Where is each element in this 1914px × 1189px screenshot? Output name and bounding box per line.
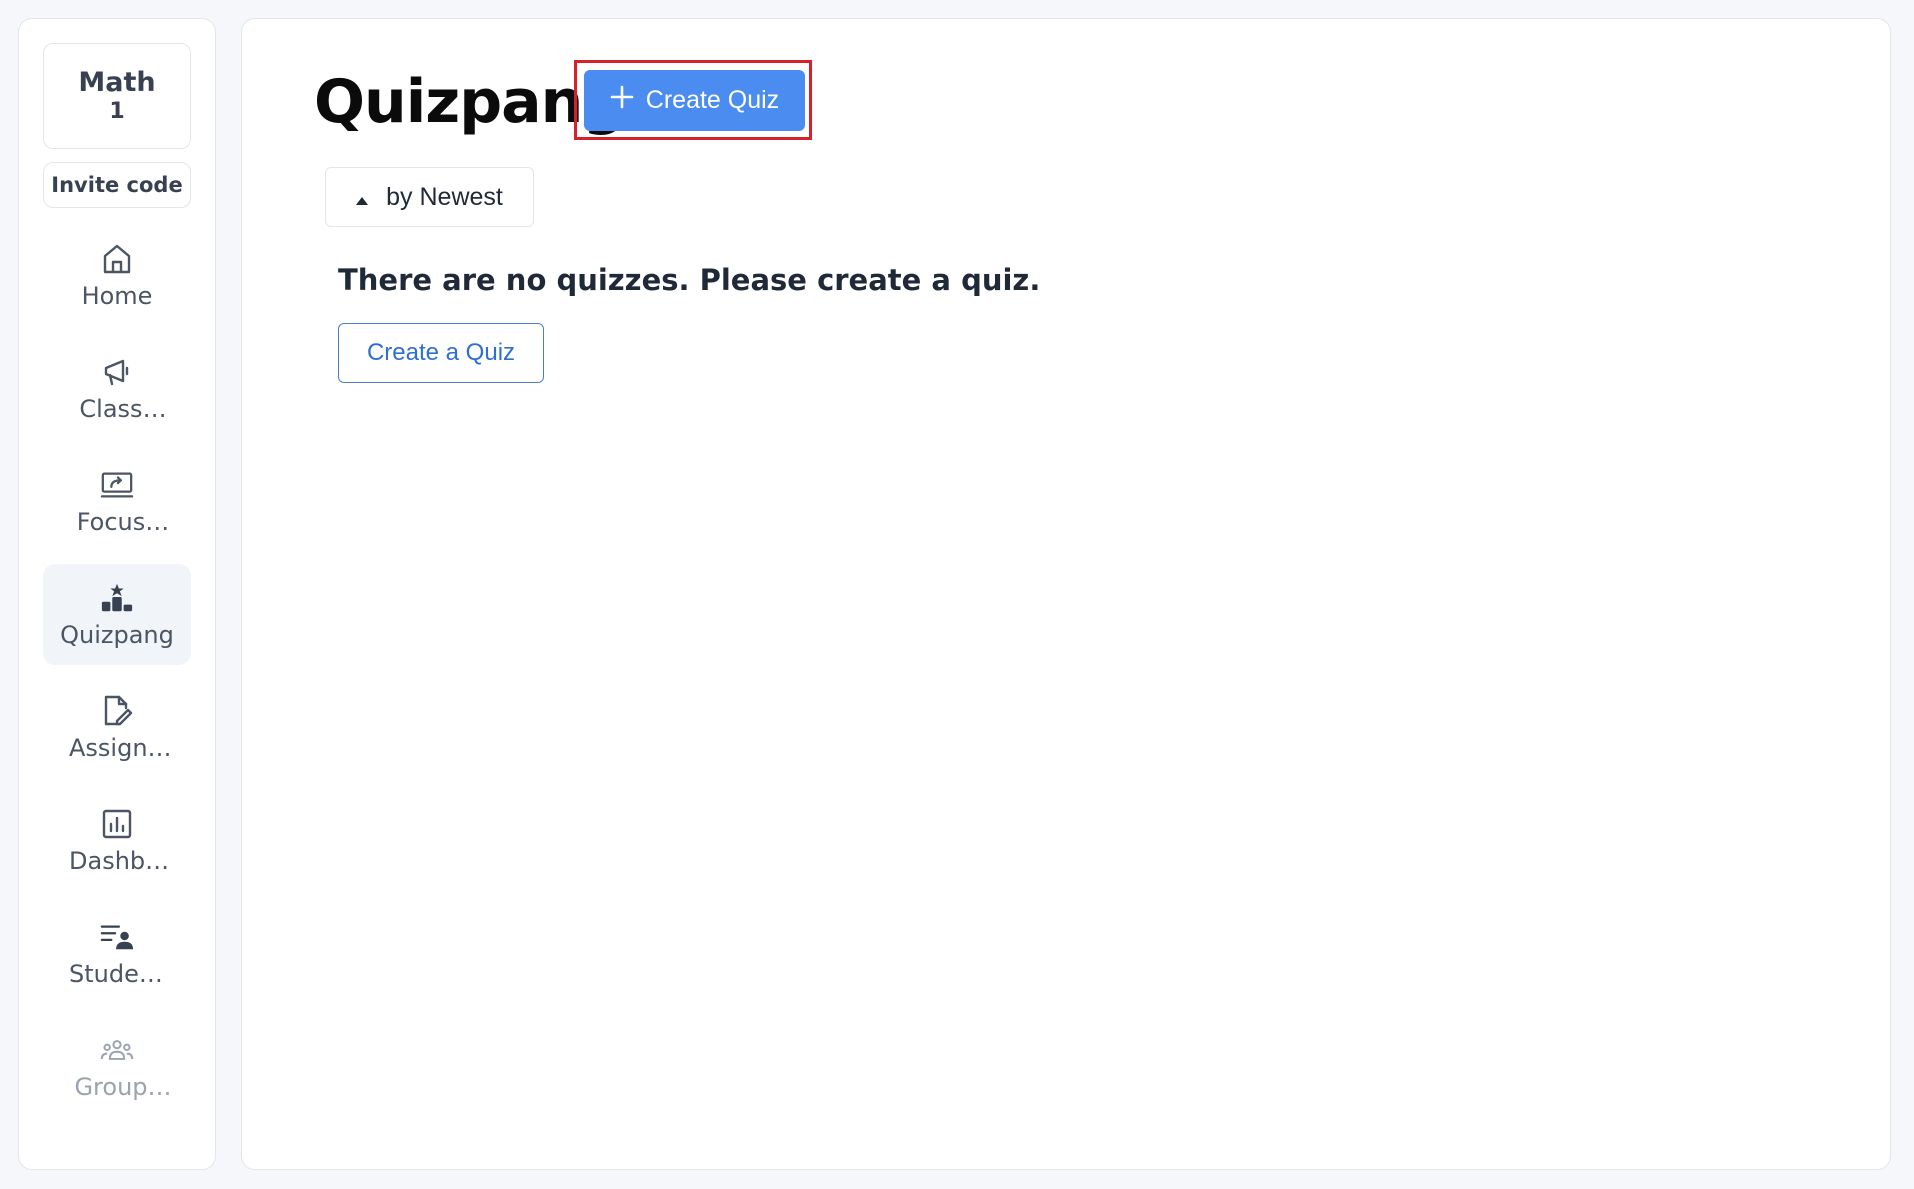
group-icon	[100, 1033, 134, 1067]
class-number: 1	[109, 99, 125, 124]
sidebar-item-label: Class…	[79, 394, 167, 423]
sidebar-item-label: Student…	[69, 959, 177, 988]
sidebar-item-dashboard[interactable]: Dashbo…	[43, 790, 191, 891]
sort-dropdown[interactable]: by Newest	[325, 167, 534, 227]
plus-icon	[610, 85, 634, 116]
screen-share-icon	[100, 468, 134, 502]
sidebar-item-class[interactable]: Class…	[43, 338, 191, 439]
class-name: Math	[78, 67, 156, 98]
edit-document-icon	[100, 694, 134, 728]
sidebar-item-label: Dashbo…	[69, 846, 177, 875]
podium-icon	[100, 581, 134, 615]
sidebar-item-students[interactable]: Student…	[43, 903, 191, 1004]
sidebar-item-label: Quizpang	[60, 620, 174, 649]
sidebar-nav: Home Class… Focus… Quizpang Assignm Dash…	[43, 225, 191, 1129]
main-panel: Quizpang Create Quiz by Newest There are…	[241, 18, 1891, 1170]
create-a-quiz-button[interactable]: Create a Quiz	[338, 323, 544, 383]
create-quiz-highlight: Create Quiz	[574, 60, 812, 140]
home-icon	[100, 242, 134, 276]
sidebar: Math 1 Invite code Home Class… Focus… Qu…	[18, 18, 216, 1170]
sort-label: by Newest	[386, 182, 503, 211]
invite-code-button[interactable]: Invite code	[43, 162, 191, 208]
sidebar-item-home[interactable]: Home	[43, 225, 191, 326]
create-quiz-button[interactable]: Create Quiz	[584, 70, 805, 131]
bar-chart-icon	[100, 807, 134, 841]
create-quiz-label: Create Quiz	[645, 86, 780, 114]
caret-up-icon	[356, 183, 369, 212]
empty-state-message: There are no quizzes. Please create a qu…	[338, 263, 1041, 297]
megaphone-icon	[100, 355, 134, 389]
sidebar-item-label: Group…	[74, 1072, 172, 1101]
sidebar-item-label: Home	[81, 281, 153, 310]
class-card[interactable]: Math 1	[43, 43, 191, 149]
sidebar-item-group[interactable]: Group…	[43, 1016, 191, 1117]
sidebar-item-quizpang[interactable]: Quizpang	[43, 564, 191, 665]
sidebar-item-label: Focus…	[76, 507, 170, 536]
sidebar-item-label: Assignm…	[69, 733, 177, 762]
student-list-icon	[100, 920, 134, 954]
sidebar-item-focus[interactable]: Focus…	[43, 451, 191, 552]
sidebar-item-assignment[interactable]: Assignm…	[43, 677, 191, 778]
